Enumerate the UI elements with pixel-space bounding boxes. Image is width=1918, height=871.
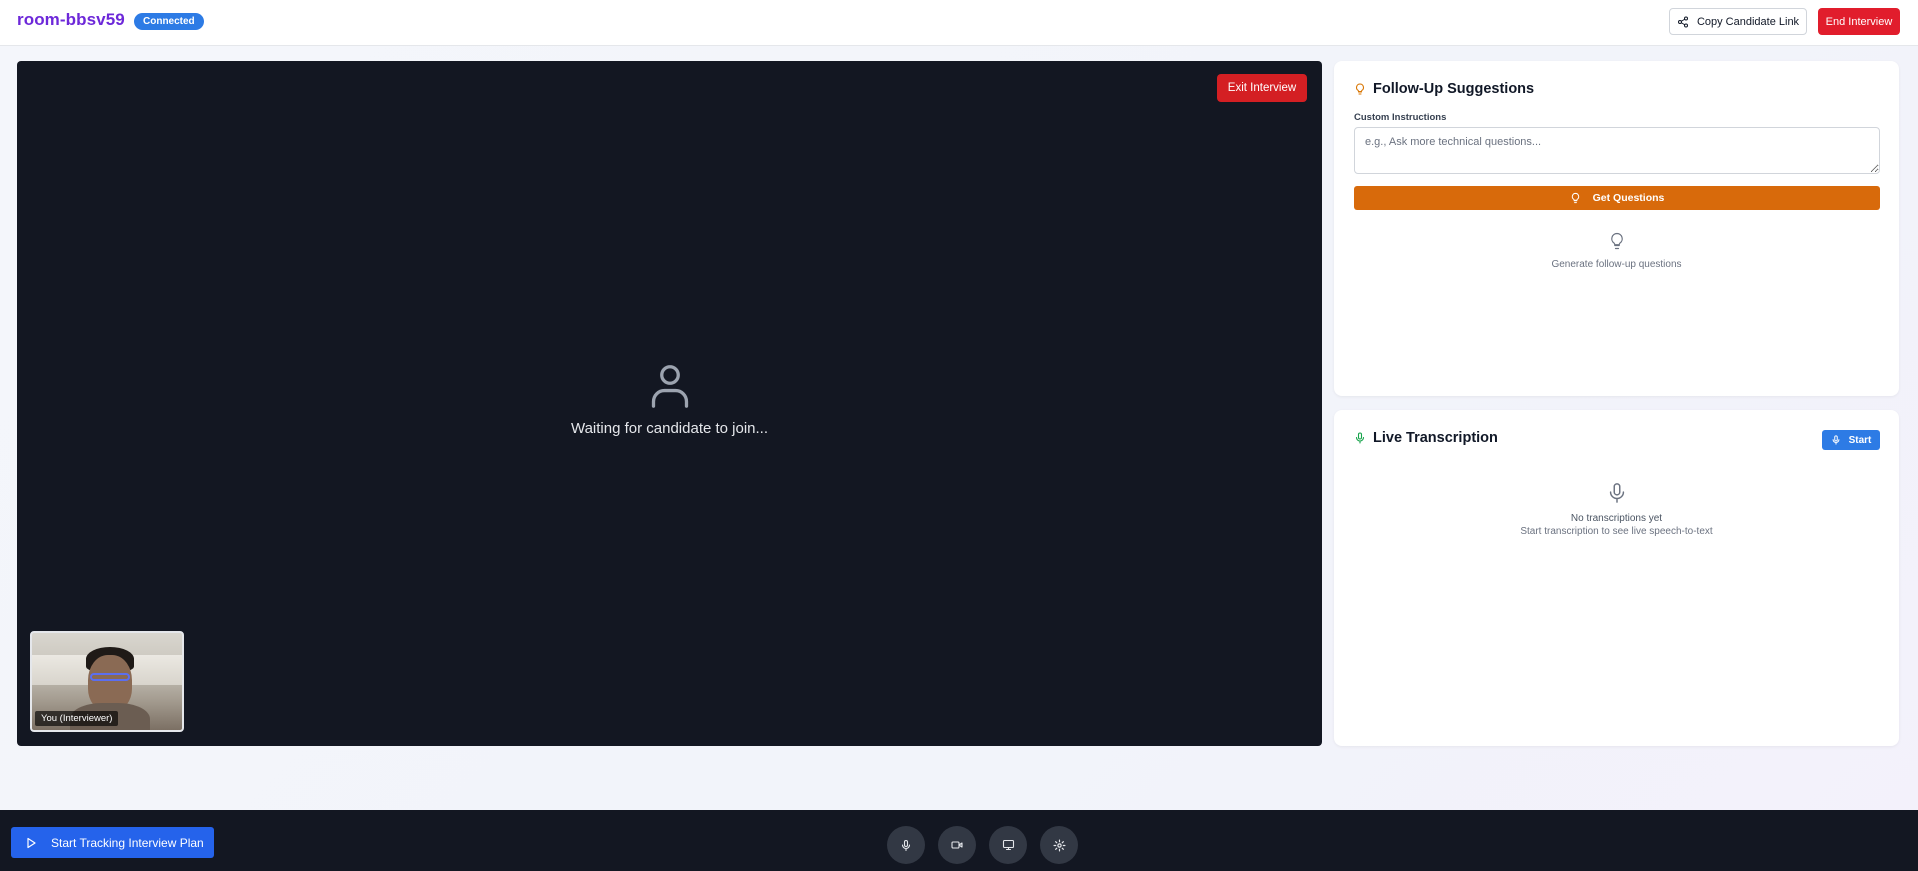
toggle-camera-button[interactable] (938, 826, 976, 864)
waiting-placeholder: Waiting for candidate to join... (17, 361, 1322, 437)
microphone-icon (1355, 432, 1365, 444)
microphone-icon (901, 839, 911, 851)
transcription-empty-state: No transcriptions yet Start transcriptio… (1334, 480, 1899, 537)
lightbulb-icon (1610, 232, 1623, 250)
exit-interview-button[interactable]: Exit Interview (1217, 74, 1307, 102)
top-bar: room-bbsv59 Connected Copy Candidate Lin… (0, 0, 1918, 46)
room-name: room-bbsv59 (17, 10, 125, 29)
video-camera-icon (951, 841, 963, 849)
share-icon (1677, 16, 1688, 27)
start-transcription-label: Start (1848, 434, 1872, 446)
screen-share-button[interactable] (989, 826, 1027, 864)
lightbulb-icon (1571, 192, 1579, 204)
user-icon (651, 365, 688, 408)
follow-up-empty-text: Generate follow-up questions (1551, 259, 1682, 270)
follow-up-empty-state: Generate follow-up questions (1334, 231, 1899, 270)
end-interview-button[interactable]: End Interview (1818, 8, 1900, 35)
toggle-microphone-button[interactable] (887, 826, 925, 864)
bottom-control-bar: Start Tracking Interview Plan (0, 810, 1918, 871)
custom-instructions-label: Custom Instructions (1354, 112, 1447, 123)
get-questions-button[interactable]: Get Questions (1354, 186, 1880, 210)
video-person-glasses (90, 673, 130, 681)
start-tracking-plan-button[interactable]: Start Tracking Interview Plan (11, 827, 214, 858)
waiting-text: Waiting for candidate to join... (570, 420, 769, 437)
live-transcription-panel: Live Transcription Start No transcriptio… (1334, 410, 1899, 746)
transcription-title: Live Transcription (1373, 430, 1498, 446)
settings-button[interactable] (1040, 826, 1078, 864)
start-tracking-plan-label: Start Tracking Interview Plan (51, 835, 204, 850)
settings-icon (1052, 838, 1066, 852)
microphone-icon (1609, 483, 1624, 503)
transcription-empty-subtitle: Start transcription to see live speech-t… (1520, 526, 1713, 537)
microphone-icon (1832, 435, 1840, 445)
custom-instructions-input[interactable] (1354, 127, 1880, 174)
start-transcription-button[interactable]: Start (1822, 430, 1880, 450)
video-stage: Exit Interview Waiting for candidate to … (17, 61, 1322, 746)
follow-up-suggestions-panel: Follow-Up Suggestions Custom Instruction… (1334, 61, 1899, 396)
follow-up-header: Follow-Up Suggestions (1354, 81, 1534, 97)
connection-status-badge: Connected (134, 13, 204, 30)
self-video-label: You (Interviewer) (35, 711, 119, 726)
screen-share-icon (1002, 839, 1014, 851)
self-video-preview: You (Interviewer) (30, 631, 184, 732)
transcription-header: Live Transcription (1354, 430, 1498, 446)
get-questions-label: Get Questions (1592, 192, 1665, 204)
lightbulb-icon (1356, 83, 1364, 95)
copy-candidate-link-label: Copy Candidate Link (1696, 15, 1800, 28)
follow-up-title: Follow-Up Suggestions (1373, 81, 1535, 97)
transcription-empty-title: No transcriptions yet (1570, 513, 1663, 524)
play-icon (27, 837, 36, 848)
copy-candidate-link-button[interactable]: Copy Candidate Link (1669, 8, 1807, 35)
